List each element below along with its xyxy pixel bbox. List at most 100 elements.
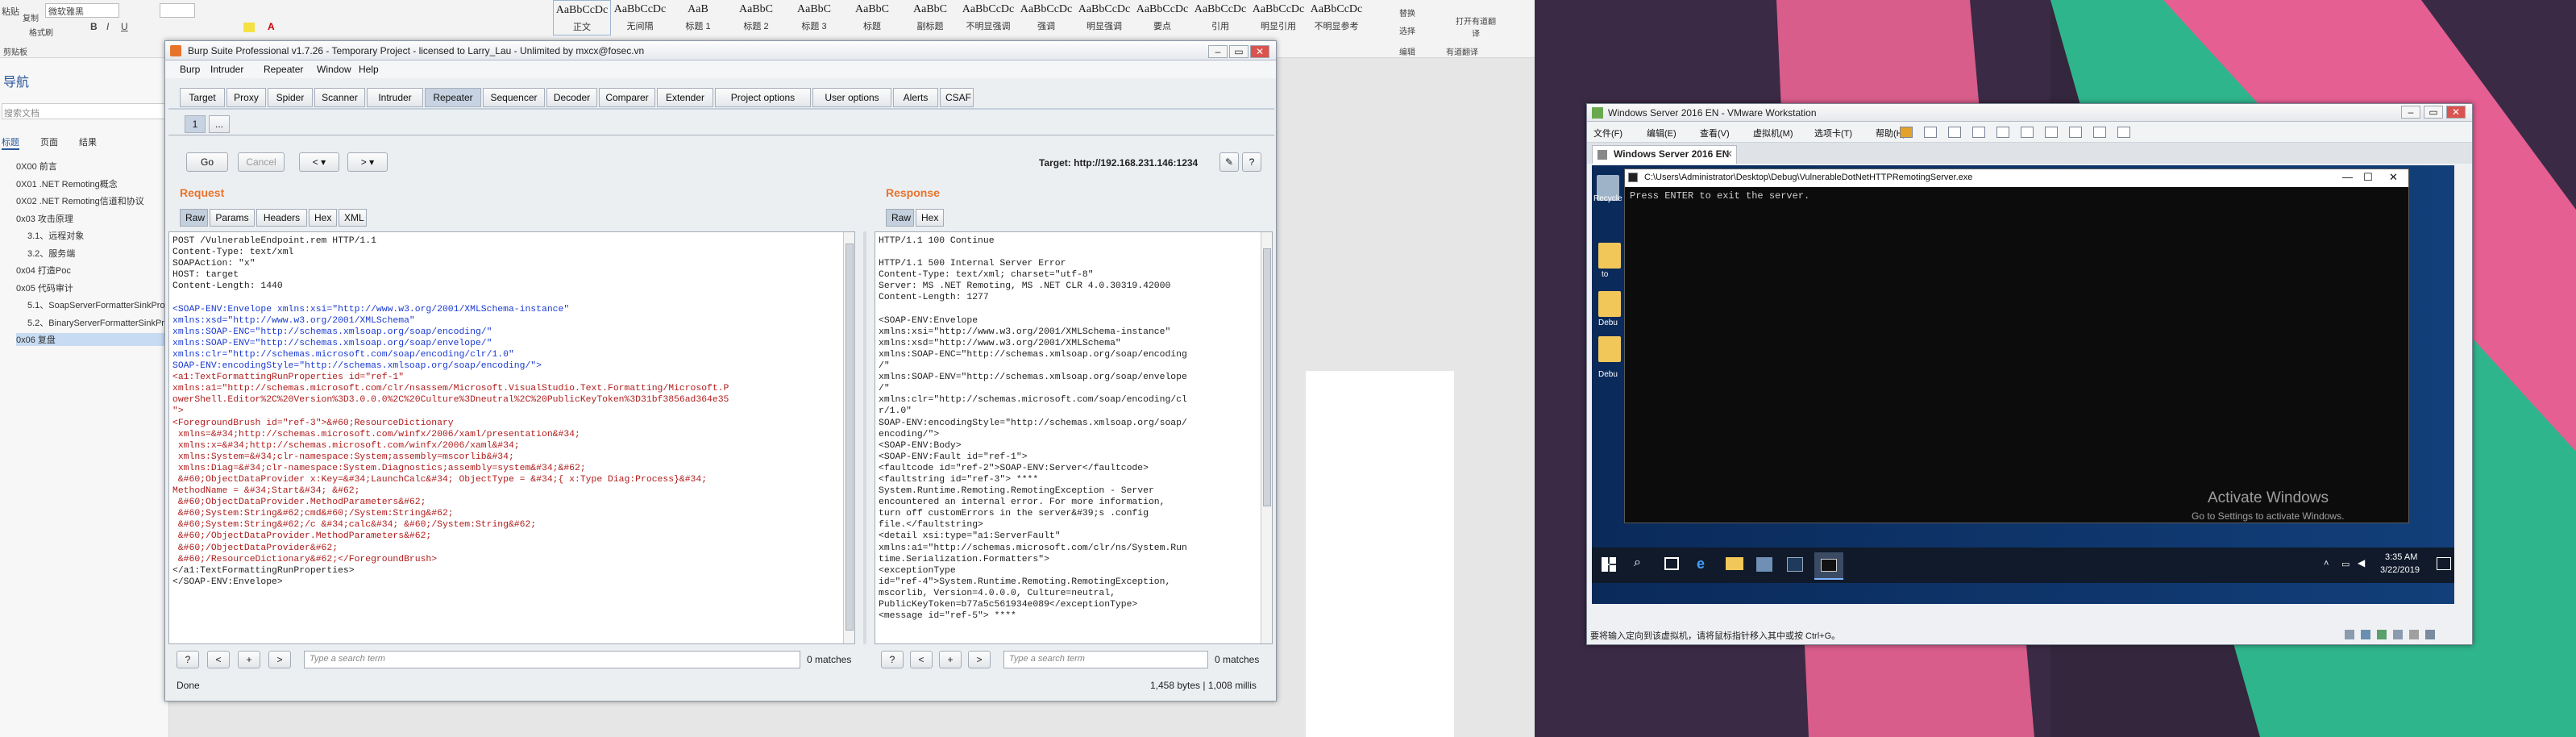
go-button[interactable]: Go <box>186 152 228 172</box>
nav-heading-item[interactable]: 3.1、远程对象 <box>27 229 84 242</box>
pencil-icon[interactable]: ✎ <box>1219 152 1239 172</box>
console-view-icon[interactable] <box>2117 127 2130 138</box>
vm-close-button[interactable]: ✕ <box>2446 106 2466 119</box>
response-editor[interactable]: HTTP/1.1 100 Continue HTTP/1.1 500 Inter… <box>875 231 1273 644</box>
style-gallery-item[interactable]: AaBbCcDc 引用 <box>1191 0 1249 35</box>
response-tab-hex[interactable]: Hex <box>916 209 944 227</box>
nav-heading-item[interactable]: 0x05 代码审计 <box>16 281 73 294</box>
vm-maximize-button[interactable]: ▭ <box>2424 106 2443 119</box>
vm-menu-item[interactable]: 编辑(E) <box>1647 127 1676 139</box>
fullscreen-icon[interactable] <box>2069 127 2082 138</box>
italic-button[interactable]: I <box>106 21 109 32</box>
search-icon[interactable]: ⌕ <box>1634 556 1641 570</box>
vm-menu-item[interactable]: 文件(F) <box>1593 127 1622 139</box>
tray-chevron-icon[interactable]: ˄ <box>2324 559 2329 568</box>
style-gallery-item[interactable]: AaBbCcDc 不明显强调 <box>959 0 1017 35</box>
request-search-input[interactable]: Type a search term <box>304 651 800 668</box>
request-tab-params[interactable]: Params <box>210 209 255 227</box>
format-painter-button[interactable]: 格式刷 <box>29 26 53 38</box>
burp-title-bar[interactable]: Burp Suite Professional v1.7.26 - Tempor… <box>165 41 1276 60</box>
cancel-button[interactable]: Cancel <box>238 152 285 172</box>
response-search-input[interactable]: Type a search term <box>1003 651 1208 668</box>
tab-user-options[interactable]: User options <box>812 88 891 107</box>
start-icon[interactable] <box>1602 557 1616 572</box>
font-name-select[interactable]: 微软雅黑 <box>45 3 119 18</box>
menu-window[interactable]: Window <box>317 64 351 75</box>
request-scroll-thumb[interactable] <box>846 244 854 631</box>
tab-intruder[interactable]: Intruder <box>367 88 423 107</box>
style-gallery-item[interactable]: AaBbC 副标题 <box>901 0 959 35</box>
select-button[interactable]: 选择 <box>1399 24 1415 36</box>
thumbnail-icon[interactable] <box>2045 127 2058 138</box>
vm-menu-item[interactable]: 选项卡(T) <box>1814 127 1852 139</box>
request-search-next-button[interactable]: > <box>268 651 291 668</box>
request-tab-hex[interactable]: Hex <box>309 209 337 227</box>
highlight-color-button[interactable] <box>243 23 255 32</box>
clock-date[interactable]: 3/22/2019 <box>2380 565 2420 575</box>
vm-menu-item[interactable]: 查看(V) <box>1700 127 1730 139</box>
request-tab-raw[interactable]: Raw <box>180 209 208 227</box>
history-back-button[interactable]: < ▾ <box>299 152 339 172</box>
network-adapter-icon[interactable] <box>2377 630 2387 639</box>
manage-snapshots-icon[interactable] <box>1996 127 2009 138</box>
youdao-translate-button[interactable]: 打开有道翻译 <box>1456 15 1496 39</box>
close-button[interactable]: ✕ <box>1250 45 1269 58</box>
vmware-title-bar[interactable]: Windows Server 2016 EN - VMware Workstat… <box>1587 104 2472 122</box>
menu-intruder[interactable]: Intruder <box>210 64 243 75</box>
console-close-button[interactable]: ✕ <box>2389 171 2398 184</box>
response-search-prev-button[interactable]: < <box>910 651 933 668</box>
response-tab-raw[interactable]: Raw <box>886 209 914 227</box>
nav-heading-item[interactable]: 0X00 前言 <box>16 160 57 173</box>
cd-icon[interactable] <box>2361 630 2370 639</box>
tab-project-options[interactable]: Project options <box>715 88 811 107</box>
edge-icon[interactable]: e <box>1697 556 1705 573</box>
font-size-select[interactable] <box>160 3 195 18</box>
tab-target[interactable]: Target <box>180 88 225 107</box>
vm-minimize-button[interactable]: – <box>2401 106 2420 119</box>
sound-icon[interactable] <box>2409 630 2419 639</box>
task-view-icon[interactable] <box>1664 557 1679 570</box>
unity-icon[interactable] <box>2093 127 2106 138</box>
close-icon[interactable]: ✕ <box>1725 146 1733 163</box>
bold-button[interactable]: B <box>90 21 98 32</box>
folder-icon[interactable] <box>1598 336 1621 362</box>
style-gallery-item[interactable]: AaBbCcDc 不明显参考 <box>1307 0 1365 35</box>
send-ctrl-alt-del-icon[interactable] <box>1924 127 1937 138</box>
repeater-tab-1[interactable]: 1 <box>185 115 206 133</box>
nav-tab-headings[interactable]: 标题 <box>2 135 19 150</box>
request-tab-xml[interactable]: XML <box>339 209 367 227</box>
menu-help[interactable]: Help <box>359 64 379 75</box>
tab-extender[interactable]: Extender <box>657 88 713 107</box>
nav-tab-results[interactable]: 结果 <box>79 135 97 148</box>
nav-tab-pages[interactable]: 页面 <box>40 135 58 148</box>
request-text[interactable]: POST /VulnerableEndpoint.rem HTTP/1.1 Co… <box>172 235 854 588</box>
network-icon[interactable]: ▭ <box>2341 559 2350 569</box>
hdd-icon[interactable] <box>2345 630 2354 639</box>
powershell-icon[interactable] <box>1787 557 1803 572</box>
show-library-icon[interactable] <box>2021 127 2034 138</box>
console-taskbar-button[interactable] <box>1814 552 1843 580</box>
history-forward-button[interactable]: > ▾ <box>347 152 388 172</box>
style-gallery-item[interactable]: AaB 标题 1 <box>669 0 727 35</box>
request-search-prev-button[interactable]: < <box>207 651 230 668</box>
volume-icon[interactable]: ◀ <box>2358 557 2365 568</box>
styles-gallery[interactable]: AaBbCcDc 正文 AaBbCcDc 无间隔 AaB 标题 1 AaBbC 标题 2 AaB… <box>553 0 1367 37</box>
tab-scanner[interactable]: Scanner <box>314 88 365 107</box>
tab-csaf[interactable]: CSAF <box>940 88 974 107</box>
response-search-add-button[interactable]: + <box>939 651 962 668</box>
folder-icon[interactable] <box>1598 291 1621 317</box>
tab-alerts[interactable]: Alerts <box>893 88 938 107</box>
style-gallery-item[interactable]: AaBbC 标题 2 <box>727 0 785 35</box>
tab-decoder[interactable]: Decoder <box>546 88 597 107</box>
vm-menu-item[interactable]: 虚拟机(M) <box>1753 127 1793 139</box>
pause-icon[interactable] <box>1900 127 1913 138</box>
nav-heading-item[interactable]: 3.2、服务端 <box>27 247 75 260</box>
display-icon[interactable] <box>2425 630 2435 639</box>
style-gallery-item[interactable]: AaBbC 标题 <box>843 0 901 35</box>
style-gallery-item[interactable]: AaBbC 标题 3 <box>785 0 843 35</box>
menu-repeater[interactable]: Repeater <box>264 64 303 75</box>
style-gallery-item[interactable]: AaBbCcDc 明显强调 <box>1075 0 1133 35</box>
style-gallery-item[interactable]: AaBbCcDc 要点 <box>1133 0 1191 35</box>
style-gallery-item[interactable]: AaBbCcDc 明显引用 <box>1249 0 1307 35</box>
request-search-help-button[interactable]: ? <box>177 651 199 668</box>
